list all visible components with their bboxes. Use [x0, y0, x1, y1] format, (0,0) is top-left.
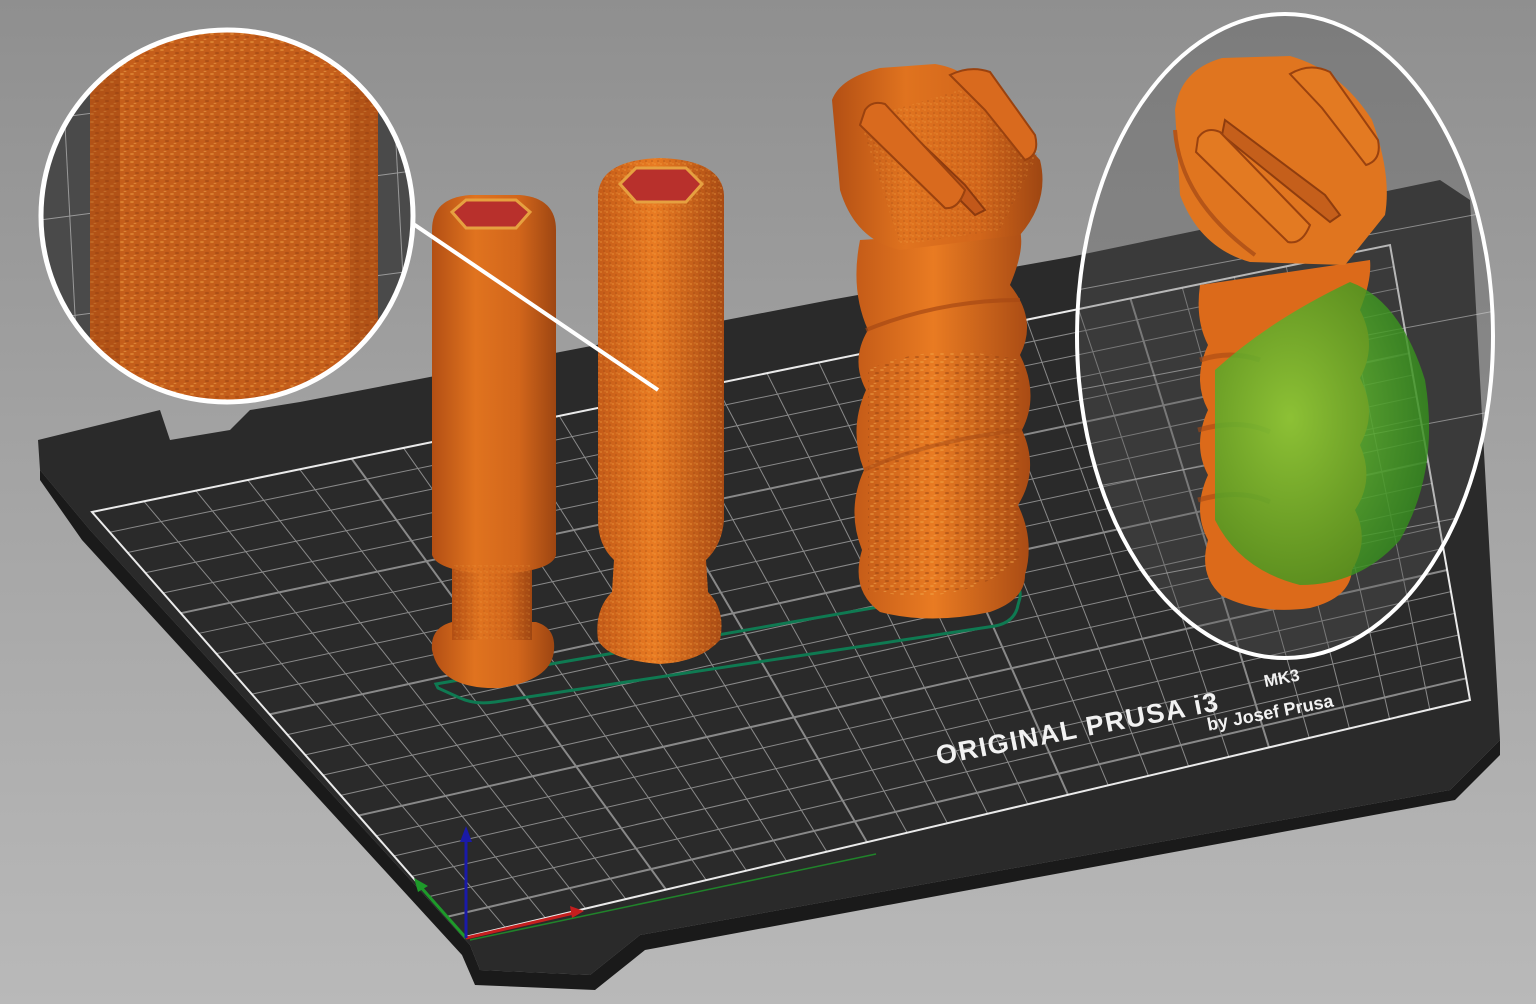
3d-viewport[interactable]: ORIGINAL PRUSA i3 MK3 by Josef Prusa: [0, 0, 1536, 1004]
grip-1-top-face: [452, 200, 530, 228]
gopro-grip-twisted-object[interactable]: [832, 64, 1043, 619]
hex-grip-fuzzy-object[interactable]: [597, 158, 724, 664]
grip-2-top-face: [620, 168, 702, 202]
grip-1-shaft: [432, 195, 556, 574]
